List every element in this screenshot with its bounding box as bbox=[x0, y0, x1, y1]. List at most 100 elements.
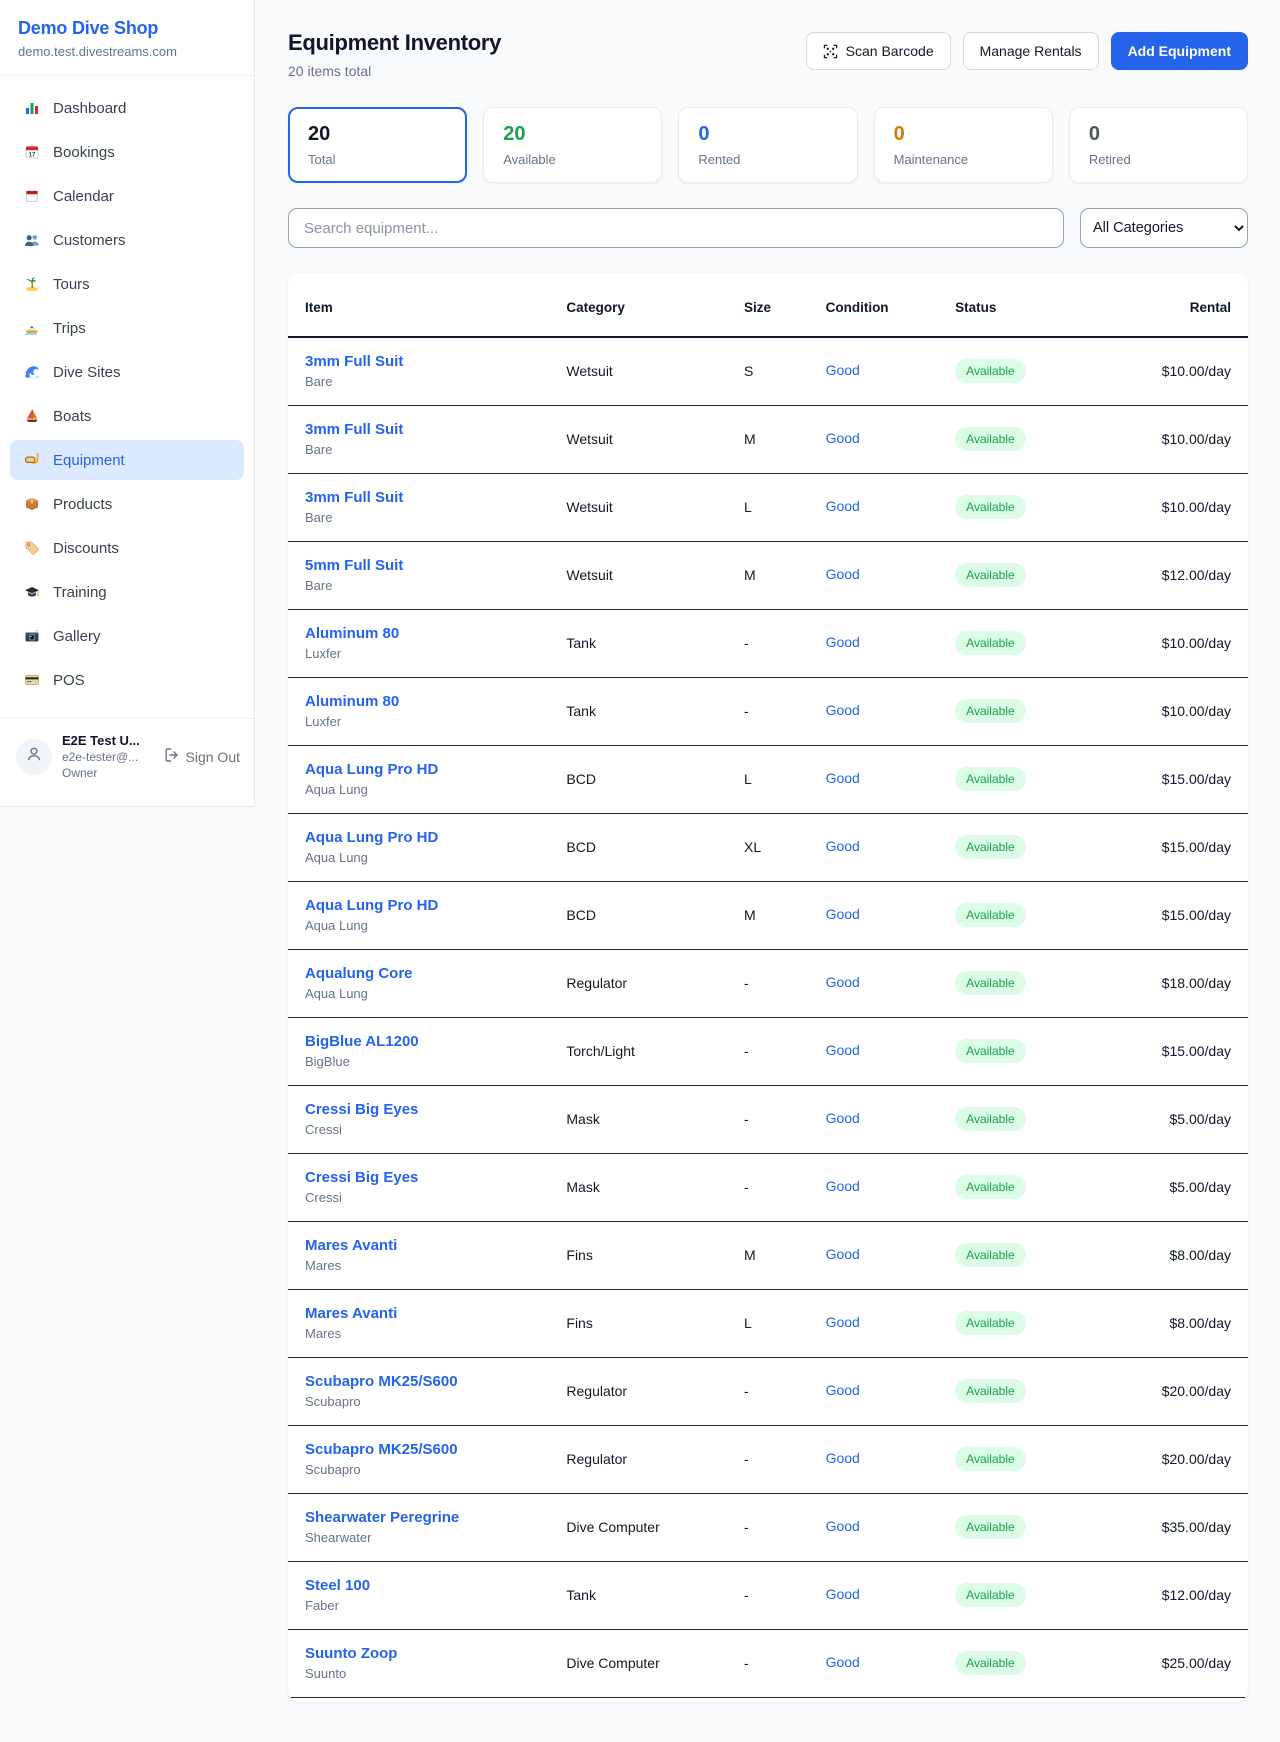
sidebar-item-pos[interactable]: POS bbox=[10, 660, 244, 700]
status-badge: Available bbox=[955, 1379, 1025, 1403]
size-cell: - bbox=[744, 1153, 826, 1221]
status-badge: Available bbox=[955, 1311, 1025, 1335]
status-badge: Available bbox=[955, 1175, 1025, 1199]
status-badge: Available bbox=[955, 835, 1025, 859]
category-select[interactable]: All Categories bbox=[1080, 208, 1248, 248]
sidebar-item-products[interactable]: Products bbox=[10, 484, 244, 524]
sidebar-item-equipment[interactable]: Equipment bbox=[10, 440, 244, 480]
item-brand: Bare bbox=[305, 578, 566, 593]
item-brand: Faber bbox=[305, 1598, 566, 1613]
sign-out-button[interactable]: Sign Out bbox=[164, 747, 240, 766]
condition-link[interactable]: Good bbox=[826, 906, 860, 922]
add-equipment-button[interactable]: Add Equipment bbox=[1111, 32, 1248, 70]
sidebar-item-training[interactable]: Training bbox=[10, 572, 244, 612]
item-link[interactable]: Steel 100 bbox=[305, 1577, 566, 1594]
sidebar-item-dashboard[interactable]: Dashboard bbox=[10, 88, 244, 128]
item-link[interactable]: Aqua Lung Pro HD bbox=[305, 897, 566, 914]
rental-cell: $35.00/day bbox=[1114, 1493, 1248, 1561]
size-cell: M bbox=[744, 405, 826, 473]
item-link[interactable]: Aluminum 80 bbox=[305, 693, 566, 710]
condition-link[interactable]: Good bbox=[826, 1178, 860, 1194]
item-link[interactable]: BigBlue AL1200 bbox=[305, 1033, 566, 1050]
status-badge: Available bbox=[955, 1243, 1025, 1267]
item-link[interactable]: Scubapro MK25/S600 bbox=[305, 1373, 566, 1390]
search-input[interactable] bbox=[288, 208, 1064, 248]
user-email: e2e-tester@... bbox=[62, 750, 154, 764]
size-cell: - bbox=[744, 1629, 826, 1697]
condition-link[interactable]: Good bbox=[826, 1042, 860, 1058]
page-title: Equipment Inventory bbox=[288, 30, 501, 56]
item-link[interactable]: 3mm Full Suit bbox=[305, 489, 566, 506]
stat-card-rented[interactable]: 0 Rented bbox=[678, 107, 857, 183]
stat-card-maintenance[interactable]: 0 Maintenance bbox=[874, 107, 1053, 183]
condition-link[interactable]: Good bbox=[826, 634, 860, 650]
item-link[interactable]: 5mm Full Suit bbox=[305, 557, 566, 574]
rental-cell: $12.00/day bbox=[1114, 541, 1248, 609]
item-link[interactable]: Scubapro MK25/S600 bbox=[305, 1441, 566, 1458]
condition-link[interactable]: Good bbox=[826, 1314, 860, 1330]
condition-link[interactable]: Good bbox=[826, 770, 860, 786]
sidebar-item-tours[interactable]: Tours bbox=[10, 264, 244, 304]
sidebar-item-bookings[interactable]: 17 Bookings bbox=[10, 132, 244, 172]
condition-link[interactable]: Good bbox=[826, 1450, 860, 1466]
sidebar-item-customers[interactable]: Customers bbox=[10, 220, 244, 260]
stat-card-retired[interactable]: 0 Retired bbox=[1069, 107, 1248, 183]
item-link[interactable]: Shearwater Peregrine bbox=[305, 1509, 566, 1526]
size-cell: - bbox=[744, 1357, 826, 1425]
condition-link[interactable]: Good bbox=[826, 1518, 860, 1534]
sidebar-item-dive-sites[interactable]: Dive Sites bbox=[10, 352, 244, 392]
condition-link[interactable]: Good bbox=[826, 1246, 860, 1262]
row-cressi-big-eyes: Cressi Big Eyes Cressi Mask - Good Avail… bbox=[288, 1085, 1248, 1153]
brand-name: Demo Dive Shop bbox=[18, 18, 236, 39]
main-content: Equipment Inventory 20 items total Scan … bbox=[256, 0, 1280, 1702]
sidebar-item-label: Products bbox=[53, 496, 112, 513]
equipment-icon bbox=[23, 452, 40, 469]
condition-link[interactable]: Good bbox=[826, 430, 860, 446]
item-link[interactable]: Cressi Big Eyes bbox=[305, 1169, 566, 1186]
item-link[interactable]: Mares Avanti bbox=[305, 1237, 566, 1254]
condition-link[interactable]: Good bbox=[826, 362, 860, 378]
size-cell: L bbox=[744, 1289, 826, 1357]
condition-link[interactable]: Good bbox=[826, 566, 860, 582]
sidebar-item-calendar[interactable]: Calendar bbox=[10, 176, 244, 216]
scan-barcode-button[interactable]: Scan Barcode bbox=[806, 32, 951, 70]
item-link[interactable]: Suunto Zoop bbox=[305, 1645, 566, 1662]
brand-link[interactable]: Demo Dive Shop demo.test.divestreams.com bbox=[0, 0, 254, 76]
item-link[interactable]: Aqualung Core bbox=[305, 965, 566, 982]
equipment-table: Item Category Size Condition Status Rent… bbox=[288, 273, 1248, 1698]
item-brand: Aqua Lung bbox=[305, 782, 566, 797]
stat-label: Available bbox=[503, 152, 642, 167]
item-link[interactable]: Aqua Lung Pro HD bbox=[305, 761, 566, 778]
condition-link[interactable]: Good bbox=[826, 498, 860, 514]
manage-rentals-button[interactable]: Manage Rentals bbox=[963, 32, 1099, 70]
condition-link[interactable]: Good bbox=[826, 1654, 860, 1670]
condition-link[interactable]: Good bbox=[826, 702, 860, 718]
item-brand: Mares bbox=[305, 1258, 566, 1273]
size-cell: - bbox=[744, 1085, 826, 1153]
condition-link[interactable]: Good bbox=[826, 1586, 860, 1602]
item-brand: Aqua Lung bbox=[305, 986, 566, 1001]
sidebar-nav: Dashboard 17 Bookings Calendar Customers… bbox=[0, 76, 254, 712]
item-link[interactable]: 3mm Full Suit bbox=[305, 421, 566, 438]
stat-card-total[interactable]: 20 Total bbox=[288, 107, 467, 183]
boats-icon bbox=[23, 408, 40, 425]
row-mares-avanti: Mares Avanti Mares Fins M Good Available… bbox=[288, 1221, 1248, 1289]
sidebar-item-discounts[interactable]: Discounts bbox=[10, 528, 244, 568]
row-aqua-lung-pro-hd: Aqua Lung Pro HD Aqua Lung BCD XL Good A… bbox=[288, 813, 1248, 881]
row-steel-100: Steel 100 Faber Tank - Good Available $1… bbox=[288, 1561, 1248, 1629]
size-cell: - bbox=[744, 677, 826, 745]
stat-card-available[interactable]: 20 Available bbox=[483, 107, 662, 183]
condition-link[interactable]: Good bbox=[826, 1382, 860, 1398]
condition-link[interactable]: Good bbox=[826, 1110, 860, 1126]
sidebar-item-trips[interactable]: Trips bbox=[10, 308, 244, 348]
condition-link[interactable]: Good bbox=[826, 974, 860, 990]
item-link[interactable]: Mares Avanti bbox=[305, 1305, 566, 1322]
sidebar-item-boats[interactable]: Boats bbox=[10, 396, 244, 436]
sidebar-item-gallery[interactable]: Gallery bbox=[10, 616, 244, 656]
item-link[interactable]: 3mm Full Suit bbox=[305, 353, 566, 370]
condition-link[interactable]: Good bbox=[826, 838, 860, 854]
item-link[interactable]: Aqua Lung Pro HD bbox=[305, 829, 566, 846]
row-bigblue-al1200: BigBlue AL1200 BigBlue Torch/Light - Goo… bbox=[288, 1017, 1248, 1085]
item-link[interactable]: Aluminum 80 bbox=[305, 625, 566, 642]
item-link[interactable]: Cressi Big Eyes bbox=[305, 1101, 566, 1118]
